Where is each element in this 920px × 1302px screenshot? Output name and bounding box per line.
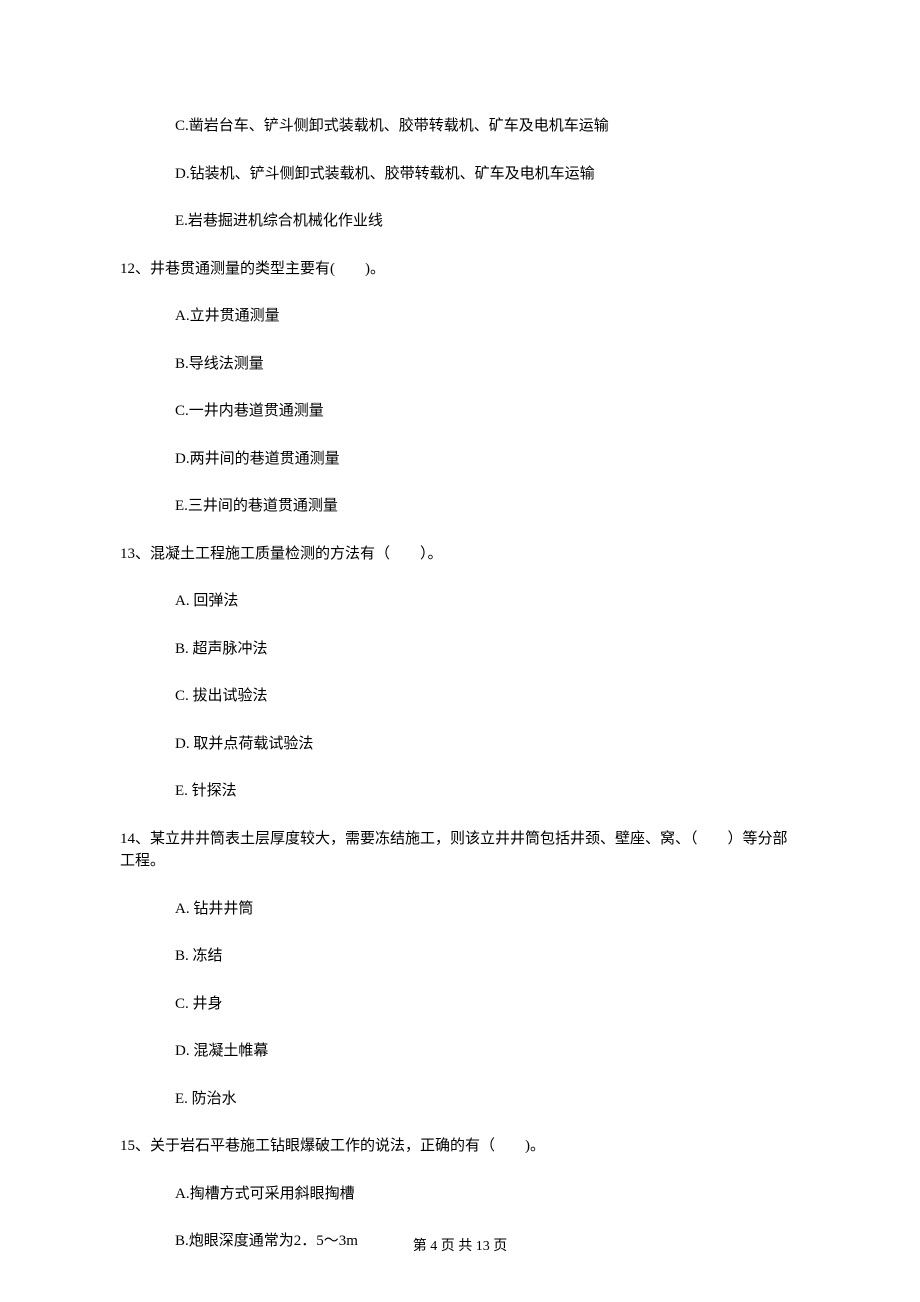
question-14: 14、某立井井筒表土层厚度较大，需要冻结施工，则该立井井筒包括井颈、壁座、窝、（… (120, 828, 800, 1111)
question-11-tail: C.凿岩台车、铲斗侧卸式装载机、胶带转载机、矿车及电机车运输 D.钻装机、铲斗侧… (120, 115, 800, 233)
option-d: D. 混凝土帷幕 (175, 1040, 800, 1063)
question-13: 13、混凝土工程施工质量检测的方法有（ ）。 A. 回弹法 B. 超声脉冲法 C… (120, 543, 800, 803)
page: C.凿岩台车、铲斗侧卸式装载机、胶带转载机、矿车及电机车运输 D.钻装机、铲斗侧… (0, 0, 920, 1302)
question-stem: 13、混凝土工程施工质量检测的方法有（ ）。 (120, 543, 800, 566)
option-b: B. 冻结 (175, 945, 800, 968)
option-a: A.掏槽方式可采用斜眼掏槽 (175, 1183, 800, 1206)
option-c: C. 井身 (175, 993, 800, 1016)
option-e: E.岩巷掘进机综合机械化作业线 (175, 210, 800, 233)
option-a: A. 回弹法 (175, 590, 800, 613)
option-b: B. 超声脉冲法 (175, 638, 800, 661)
option-c: C. 拔出试验法 (175, 685, 800, 708)
option-e: E.三井间的巷道贯通测量 (175, 495, 800, 518)
option-e: E. 针探法 (175, 780, 800, 803)
option-a: A.立井贯通测量 (175, 305, 800, 328)
option-b: B.导线法测量 (175, 353, 800, 376)
option-d: D.两井间的巷道贯通测量 (175, 448, 800, 471)
option-d: D. 取并点荷载试验法 (175, 733, 800, 756)
question-stem: 12、井巷贯通测量的类型主要有( )。 (120, 258, 800, 281)
option-d: D.钻装机、铲斗侧卸式装载机、胶带转载机、矿车及电机车运输 (175, 163, 800, 186)
option-a: A. 钻井井筒 (175, 898, 800, 921)
question-stem: 15、关于岩石平巷施工钻眼爆破工作的说法，正确的有（ )。 (120, 1135, 800, 1158)
question-12: 12、井巷贯通测量的类型主要有( )。 A.立井贯通测量 B.导线法测量 C.一… (120, 258, 800, 518)
page-footer: 第 4 页 共 13 页 (0, 1236, 920, 1257)
question-stem: 14、某立井井筒表土层厚度较大，需要冻结施工，则该立井井筒包括井颈、壁座、窝、（… (120, 828, 800, 873)
option-c: C.凿岩台车、铲斗侧卸式装载机、胶带转载机、矿车及电机车运输 (175, 115, 800, 138)
option-c: C.一井内巷道贯通测量 (175, 400, 800, 423)
option-e: E. 防治水 (175, 1088, 800, 1111)
question-15: 15、关于岩石平巷施工钻眼爆破工作的说法，正确的有（ )。 A.掏槽方式可采用斜… (120, 1135, 800, 1253)
